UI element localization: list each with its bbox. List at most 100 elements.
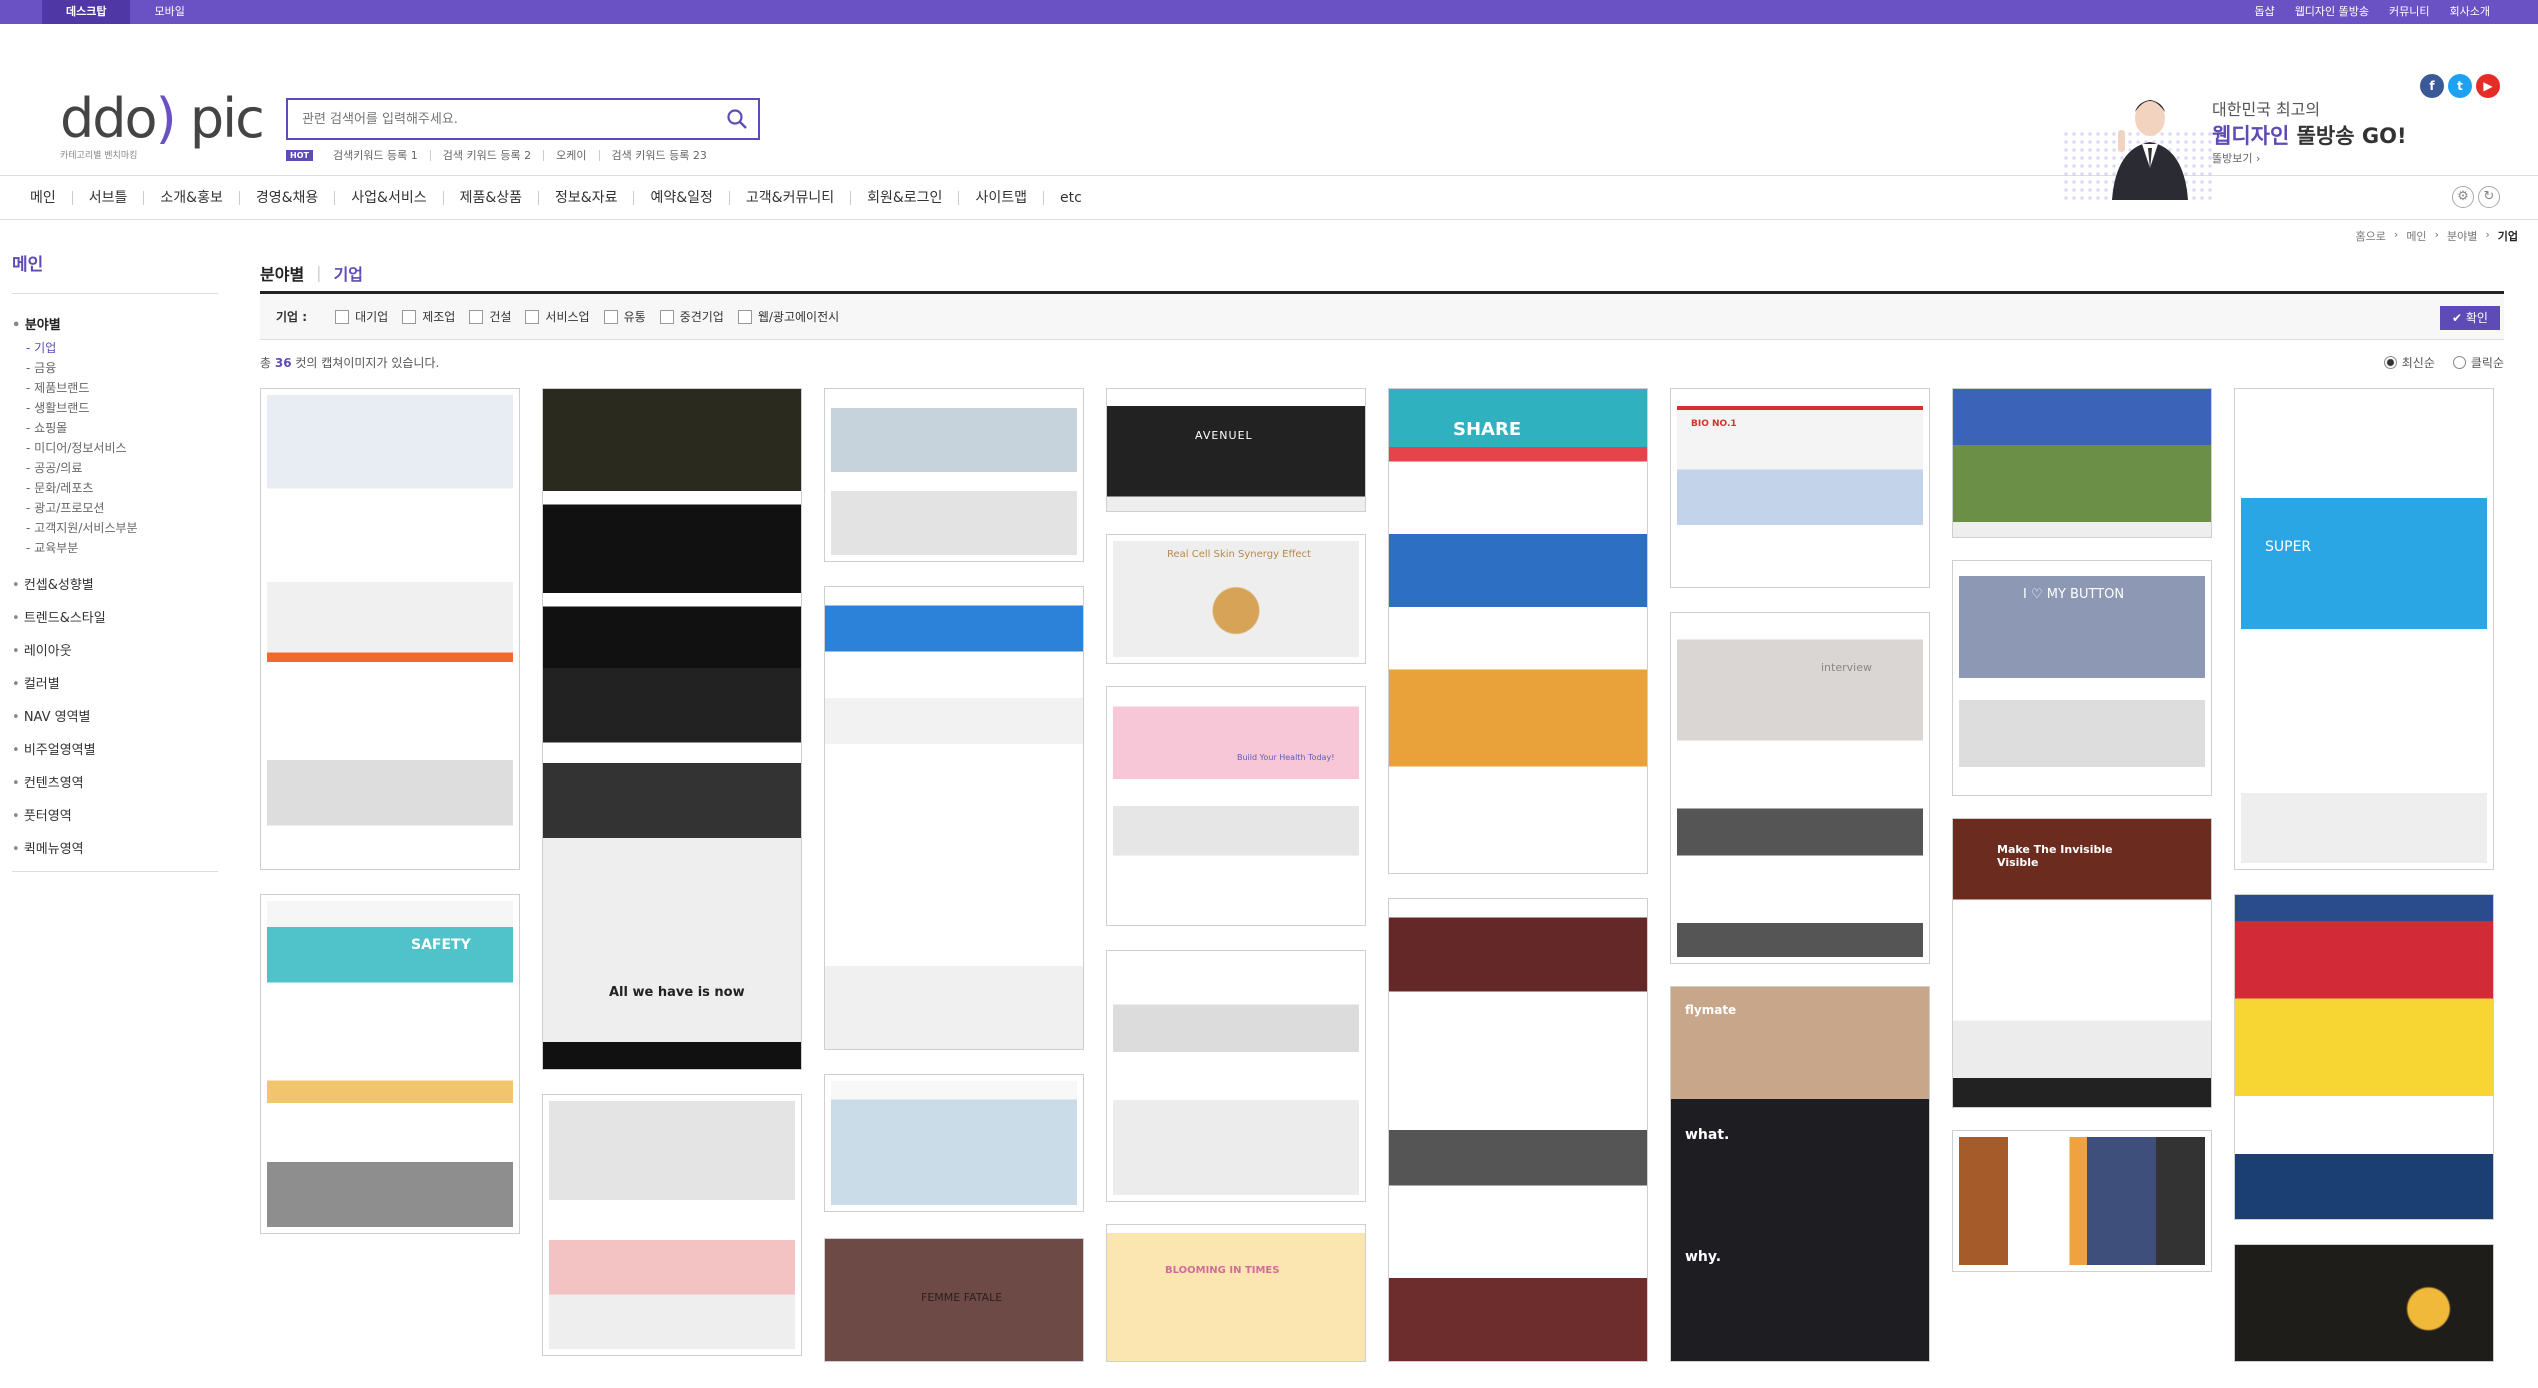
tab-desktop[interactable]: 데스크탑 xyxy=(42,0,131,24)
tab-field[interactable]: 분야별 xyxy=(260,261,304,285)
sidebar-category[interactable]: 레이아웃 xyxy=(12,640,218,659)
sidebar-category[interactable]: 컨셉&성향별 xyxy=(12,574,218,593)
settings-icon[interactable]: ⚙ xyxy=(2452,186,2474,208)
thumbnail-card[interactable] xyxy=(1106,950,1366,1202)
sidebar-sub-item[interactable]: 쇼핑몰 xyxy=(26,418,218,438)
thumbnail-card[interactable]: Make The Invisible Visible xyxy=(1952,818,2212,1108)
thumbnail-card[interactable]: AVENUEL xyxy=(1106,388,1366,512)
keyword-link[interactable]: 오케이 xyxy=(544,150,600,161)
nav-item-reservation[interactable]: 예약&일정 xyxy=(634,190,730,205)
filter-option[interactable]: 대기업 xyxy=(335,308,388,325)
nav-item-sub[interactable]: 서브틀 xyxy=(73,190,145,205)
nav-item-info[interactable]: 정보&자료 xyxy=(539,190,635,205)
thumbnail-card[interactable] xyxy=(2234,894,2494,1220)
sidebar-sub-item[interactable]: 광고/프로모션 xyxy=(26,498,218,518)
checkbox xyxy=(659,309,674,324)
nav-item-member[interactable]: 회원&로그인 xyxy=(851,190,960,205)
site-logo[interactable]: ddo) pic 카테고리별 벤치마킹 xyxy=(60,92,265,162)
sidebar-category[interactable]: 컨텐츠영역 xyxy=(12,772,218,791)
thumbnail-card[interactable]: SAFETY xyxy=(260,894,520,1234)
sidebar-sub-item[interactable]: 고객지원/서비스부분 xyxy=(26,518,218,538)
top-link-shop[interactable]: 돕샵 xyxy=(2244,0,2284,24)
keyword-link[interactable]: 검색 키워드 등록 23 xyxy=(600,150,719,161)
confirm-button[interactable]: ✔ 확인 xyxy=(2440,306,2500,330)
thumbnail-card[interactable]: flymate what. why. xyxy=(1670,986,1930,1362)
sort-clicks[interactable]: 클릭순 xyxy=(2453,354,2504,371)
thumbnail-card[interactable]: FEMME FATALE xyxy=(824,1238,1084,1362)
filter-option[interactable]: 중견기업 xyxy=(659,308,724,325)
filter-option[interactable]: 건설 xyxy=(469,308,511,325)
thumbnail-card[interactable]: interview xyxy=(1670,612,1930,964)
nav-item-sitemap[interactable]: 사이트맵 xyxy=(959,190,1044,205)
sidebar-sub-item[interactable]: 금융 xyxy=(26,358,218,378)
youtube-icon[interactable]: ▶ xyxy=(2476,74,2500,98)
result-count: 총 36 컷의 캡쳐이미지가 있습니다. 최신순 클릭순 xyxy=(260,354,2504,371)
nav-item-main[interactable]: 메인 xyxy=(14,190,73,205)
thumbnail-caption: BIO NO.1 xyxy=(1691,419,1737,429)
thumbnail-card[interactable] xyxy=(824,586,1084,1050)
sidebar-sub-item[interactable]: 생활브랜드 xyxy=(26,398,218,418)
thumbnail-card[interactable] xyxy=(1952,388,2212,538)
keyword-link[interactable]: 검색키워드 등록 1 xyxy=(321,150,431,161)
thumbnail-card[interactable] xyxy=(824,1074,1084,1212)
tab-enterprise[interactable]: 기업 xyxy=(334,261,363,285)
twitter-icon[interactable]: t xyxy=(2448,74,2472,98)
filter-option[interactable]: 서비스업 xyxy=(525,308,590,325)
sidebar-sub-item[interactable]: 제품브랜드 xyxy=(26,378,218,398)
thumbnail-card[interactable] xyxy=(2234,1244,2494,1362)
sidebar-sub-item[interactable]: 문화/레포츠 xyxy=(26,478,218,498)
sidebar-category[interactable]: 트렌드&스타일 xyxy=(12,607,218,626)
sidebar-category-field[interactable]: 분야별 xyxy=(12,314,218,333)
thumbnail-card[interactable] xyxy=(260,388,520,870)
breadcrumb-item[interactable]: 메인 xyxy=(2406,228,2426,244)
thumbnail-card[interactable] xyxy=(1388,898,1648,1362)
tab-mobile[interactable]: 모바일 xyxy=(130,0,208,24)
banner-link[interactable]: 똘방보기 › xyxy=(2212,150,2260,166)
breadcrumb-item[interactable]: 분야별 xyxy=(2447,228,2477,244)
sidebar-sub-item[interactable]: 공공/의료 xyxy=(26,458,218,478)
thumbnail-card[interactable]: All we have is now xyxy=(542,388,802,1070)
sort-latest[interactable]: 최신순 xyxy=(2384,354,2435,371)
thumbnail-card[interactable]: I ♡ MY BUTTON xyxy=(1952,560,2212,796)
breadcrumb-home[interactable]: 홈으로 xyxy=(2356,228,2386,244)
thumbnail-card[interactable] xyxy=(1952,1130,2212,1272)
nav-item-intro[interactable]: 소개&홍보 xyxy=(144,190,240,205)
thumbnail-caption: why. xyxy=(1685,1249,1722,1265)
keyword-link[interactable]: 검색 키워드 등록 2 xyxy=(431,150,545,161)
thumbnail-card[interactable]: SUPER xyxy=(2234,388,2494,870)
top-link-about[interactable]: 회사소개 xyxy=(2440,0,2500,24)
top-link-community[interactable]: 커뮤니티 xyxy=(2379,0,2439,24)
facebook-icon[interactable]: f xyxy=(2420,74,2444,98)
refresh-icon[interactable]: ↻ xyxy=(2478,186,2500,208)
filter-option[interactable]: 제조업 xyxy=(402,308,455,325)
search-input[interactable] xyxy=(288,100,708,138)
thumbnail-card[interactable]: Real Cell Skin Synergy Effect xyxy=(1106,534,1366,664)
nav-item-etc[interactable]: etc xyxy=(1044,191,1098,205)
thumbnail-card[interactable]: SHARE xyxy=(1388,388,1648,874)
top-bar: 데스크탑 모바일 돕샵 웹디자인 똘방송 커뮤니티 회사소개 xyxy=(0,0,2538,24)
sidebar-category[interactable]: 풋터영역 xyxy=(12,805,218,824)
filter-option[interactable]: 웹/광고에이전시 xyxy=(737,308,839,325)
thumbnail-card[interactable]: Build Your Health Today! xyxy=(1106,686,1366,926)
thumbnail-caption: BLOOMING IN TIMES xyxy=(1165,1265,1280,1276)
sidebar-category[interactable]: 퀵메뉴영역 xyxy=(12,838,218,857)
nav-item-product[interactable]: 제품&상품 xyxy=(444,190,540,205)
sidebar-sub-item[interactable]: 기업 xyxy=(26,338,218,358)
main-nav: 메인 서브틀 소개&홍보 경영&채용 사업&서비스 제품&상품 정보&자료 예약… xyxy=(0,176,2538,220)
nav-item-management[interactable]: 경영&채용 xyxy=(240,190,336,205)
filter-option[interactable]: 유통 xyxy=(603,308,646,325)
nav-item-business[interactable]: 사업&서비스 xyxy=(335,190,444,205)
search-icon[interactable] xyxy=(726,108,748,130)
top-link-broadcast[interactable]: 웹디자인 똘방송 xyxy=(2285,0,2379,24)
sidebar-category[interactable]: 컬러별 xyxy=(12,673,218,692)
sidebar-category[interactable]: NAV 영역별 xyxy=(12,706,218,725)
sidebar-category[interactable]: 비주얼영역별 xyxy=(12,739,218,758)
nav-item-community[interactable]: 고객&커뮤니티 xyxy=(730,190,852,205)
thumbnail-caption: SAFETY xyxy=(411,937,471,953)
thumbnail-card[interactable]: BLOOMING IN TIMES xyxy=(1106,1224,1366,1362)
thumbnail-card[interactable]: BIO NO.1 xyxy=(1670,388,1930,588)
sidebar-sub-item[interactable]: 교육부분 xyxy=(26,538,218,558)
sidebar-sub-item[interactable]: 미디어/정보서비스 xyxy=(26,438,218,458)
thumbnail-card[interactable] xyxy=(824,388,1084,562)
thumbnail-card[interactable] xyxy=(542,1094,802,1356)
